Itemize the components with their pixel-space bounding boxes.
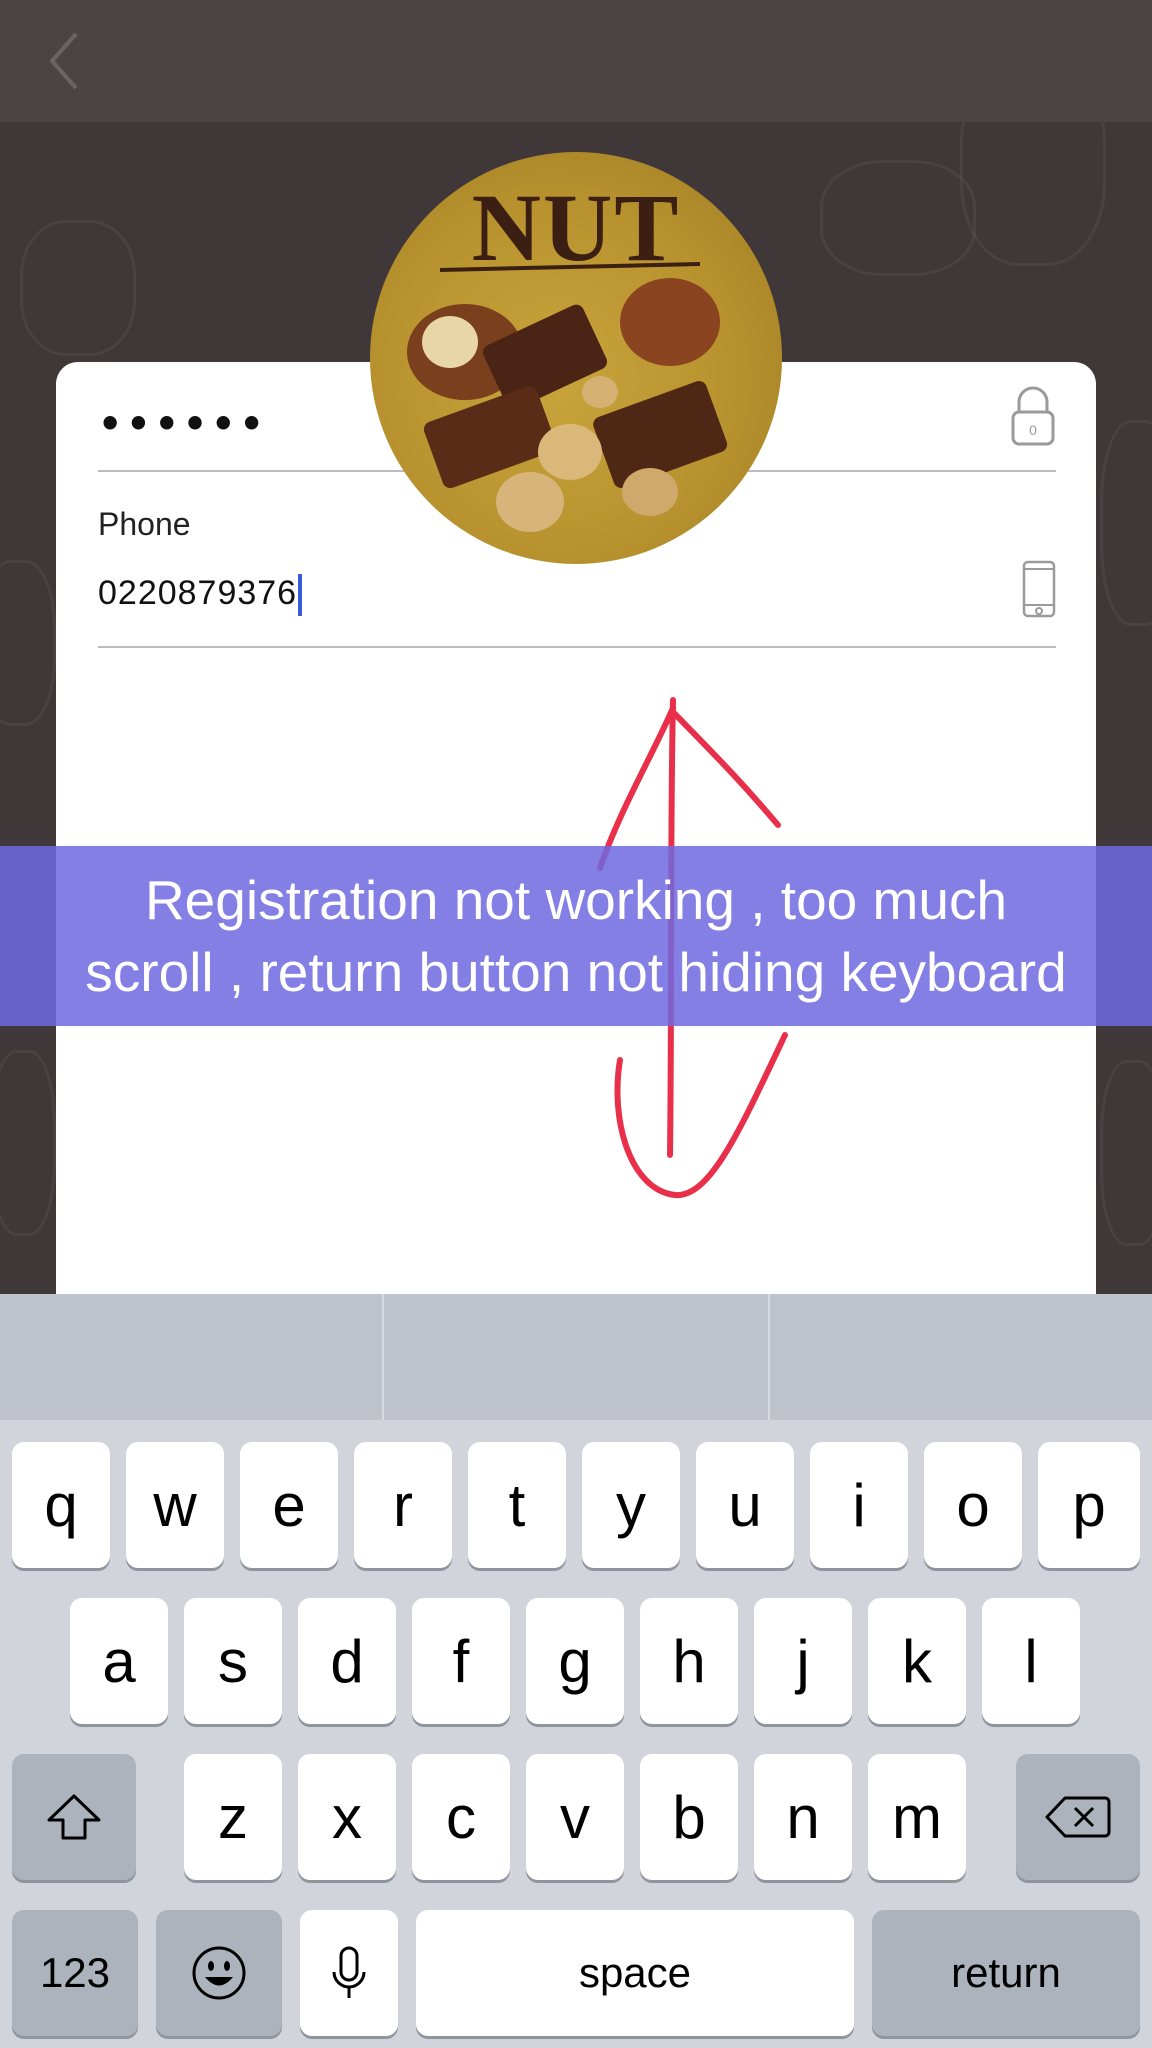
suggestion-slot-2[interactable]: [384, 1294, 768, 1420]
phone-underline: [98, 646, 1056, 648]
suggestion-slot-3[interactable]: [770, 1294, 1152, 1420]
shift-key[interactable]: [12, 1754, 136, 1880]
navigation-bar: [0, 0, 1152, 122]
key-e[interactable]: e: [240, 1442, 338, 1568]
key-i[interactable]: i: [810, 1442, 908, 1568]
annotation-banner: Registration not working , too much scro…: [0, 846, 1152, 1026]
key-o[interactable]: o: [924, 1442, 1022, 1568]
key-q[interactable]: q: [12, 1442, 110, 1568]
emoji-icon: [192, 1946, 246, 2000]
ios-keyboard: q w e r t y u i o p a s d f g h j k l z …: [0, 1294, 1152, 2048]
annotation-line-1: Registration not working , too much: [144, 869, 1008, 931]
annotation-text: Registration not working , too much scro…: [85, 864, 1066, 1008]
key-a[interactable]: a: [70, 1598, 168, 1724]
backspace-key[interactable]: [1016, 1754, 1140, 1880]
key-p[interactable]: p: [1038, 1442, 1140, 1568]
back-button[interactable]: [40, 28, 100, 94]
dictation-key[interactable]: [300, 1910, 398, 2036]
key-n[interactable]: n: [754, 1754, 852, 1880]
back-arrow-icon: [49, 32, 78, 90]
key-b[interactable]: b: [640, 1754, 738, 1880]
key-y[interactable]: y: [582, 1442, 680, 1568]
return-key[interactable]: return: [872, 1910, 1140, 2036]
background-doodle: [820, 160, 976, 276]
phone-icon: [1022, 560, 1056, 618]
key-s[interactable]: s: [184, 1598, 282, 1724]
background-doodle: [1100, 420, 1152, 626]
key-g[interactable]: g: [526, 1598, 624, 1724]
avatar-chocolate-image: [407, 262, 728, 532]
key-u[interactable]: u: [696, 1442, 794, 1568]
text-cursor: [298, 574, 303, 617]
numbers-key[interactable]: 123: [12, 1910, 138, 2036]
key-h[interactable]: h: [640, 1598, 738, 1724]
background-doodle: [0, 560, 56, 726]
key-c[interactable]: c: [412, 1754, 510, 1880]
key-w[interactable]: w: [126, 1442, 224, 1568]
key-r[interactable]: r: [354, 1442, 452, 1568]
key-d[interactable]: d: [298, 1598, 396, 1724]
key-x[interactable]: x: [298, 1754, 396, 1880]
phone-input[interactable]: 0220879376: [98, 574, 303, 617]
emoji-key[interactable]: [156, 1910, 282, 2036]
key-l[interactable]: l: [982, 1598, 1080, 1724]
key-t[interactable]: t: [468, 1442, 566, 1568]
backspace-icon: [1045, 1796, 1111, 1838]
key-k[interactable]: k: [868, 1598, 966, 1724]
key-j[interactable]: j: [754, 1598, 852, 1724]
key-m[interactable]: m: [868, 1754, 966, 1880]
profile-avatar[interactable]: NUT: [370, 152, 782, 564]
annotation-line-2: scroll , return button not hiding keyboa…: [85, 941, 1067, 1003]
key-f[interactable]: f: [412, 1598, 510, 1724]
predictive-suggestion-bar: [0, 1294, 1152, 1420]
microphone-icon: [332, 1946, 366, 1998]
background-doodle: [1100, 1060, 1152, 1246]
phone-value: 0220879376: [98, 574, 298, 612]
suggestion-slot-1[interactable]: [0, 1294, 382, 1420]
phone-label: Phone: [98, 506, 191, 542]
key-v[interactable]: v: [526, 1754, 624, 1880]
background-doodle: [20, 220, 136, 356]
space-key[interactable]: space: [416, 1910, 854, 2036]
shift-icon: [47, 1794, 101, 1840]
background-doodle: [0, 1050, 56, 1236]
key-z[interactable]: z: [184, 1754, 282, 1880]
